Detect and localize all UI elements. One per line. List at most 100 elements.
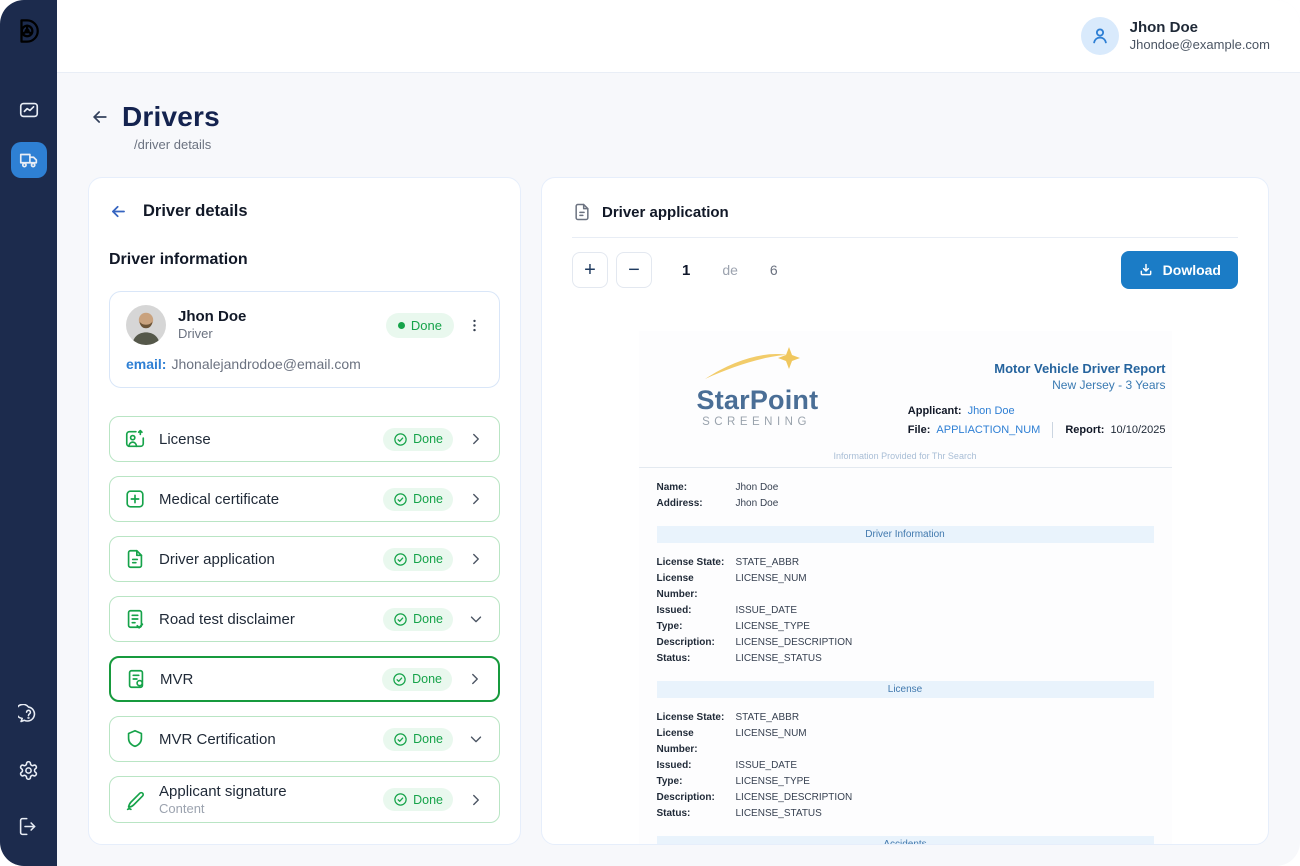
- sidebar-item-truck[interactable]: [11, 142, 47, 178]
- pdf-person-fields: Name:Jhon DoeAddiress:Jhon Doe: [657, 480, 1154, 512]
- applicant-value: Jhon Doe: [968, 405, 1015, 417]
- chevron-down-icon: [467, 730, 485, 748]
- report-subtitle: New Jersey - 3 Years: [908, 378, 1166, 392]
- brand-logo[interactable]: [14, 16, 44, 46]
- document-viewer-panel: Driver application + − 1 de 6 Dowload: [541, 177, 1269, 845]
- user-menu[interactable]: Jhon Doe Jhondoe@example.com: [1081, 17, 1270, 55]
- download-icon: [1138, 262, 1154, 278]
- license-icon: [124, 428, 146, 450]
- document-item-license[interactable]: License Done: [109, 416, 500, 462]
- document-item-label: MVR: [160, 671, 193, 688]
- zoom-out-button[interactable]: −: [616, 252, 652, 288]
- document-item-mvr-certification[interactable]: MVR Certification Done: [109, 716, 500, 762]
- pdf-field: License Number:LICENSE_NUM: [657, 571, 1154, 603]
- status-dot: [398, 322, 405, 329]
- pdf-field: Description:LICENSE_DESCRIPTION: [657, 790, 1154, 806]
- zoom-in-button[interactable]: +: [572, 252, 608, 288]
- email-label: email:: [126, 356, 166, 372]
- document-item-label: License: [159, 431, 211, 448]
- status-badge: Done: [383, 728, 453, 751]
- sidebar-item-image[interactable]: [11, 92, 47, 128]
- chevron-right-icon: [467, 490, 485, 508]
- document-item-mvr[interactable]: MVR Done: [109, 656, 500, 702]
- driver-information-heading: Driver information: [109, 251, 500, 269]
- medical-certificate-icon: [124, 488, 146, 510]
- user-email: Jhondoe@example.com: [1130, 37, 1270, 53]
- chevron-right-icon: [466, 670, 484, 688]
- driver-photo: [126, 305, 166, 345]
- breadcrumb: /driver details: [134, 137, 1269, 152]
- driver-status-badge: Done: [386, 313, 454, 338]
- driver-role: Driver: [178, 326, 246, 343]
- viewer-toolbar: + − 1 de 6 Dowload: [572, 251, 1238, 289]
- status-badge: Done: [383, 428, 453, 451]
- pdf-field: Name:Jhon Doe: [657, 480, 1154, 496]
- check-circle-icon: [393, 732, 408, 747]
- driver-email: Jhonalejandrodoe@email.com: [171, 356, 360, 372]
- pdf-watermark: Information Provided for Thr Search: [639, 451, 1172, 461]
- pdf-section-header: License: [657, 681, 1154, 698]
- chevron-right-icon: [467, 430, 485, 448]
- pdf-field: Type:LICENSE_TYPE: [657, 619, 1154, 635]
- driver-info-card: Jhon Doe Driver Done: [109, 291, 500, 388]
- chevron-right-icon: [467, 550, 485, 568]
- signature-icon: [124, 789, 146, 811]
- document-item-label: Applicant signature: [159, 783, 287, 800]
- page-of-label: de: [722, 262, 738, 278]
- document-icon: [124, 548, 146, 570]
- file-label: File:: [908, 424, 931, 436]
- pdf-sections: Driver Information License State:STATE_A…: [657, 526, 1154, 845]
- check-circle-icon: [392, 672, 407, 687]
- sidebar-item-logout[interactable]: [11, 808, 47, 844]
- applicant-label: Applicant:: [908, 405, 962, 417]
- document-item-road-test-disclaimer[interactable]: Road test disclaimer Done: [109, 596, 500, 642]
- document-item-label: Medical certificate: [159, 491, 279, 508]
- shield-icon: [124, 728, 146, 750]
- document-item-label: MVR Certification: [159, 731, 276, 748]
- app-window: Jhon Doe Jhondoe@example.com Drivers /dr…: [0, 0, 1300, 866]
- status-badge: Done: [383, 488, 453, 511]
- panel-back-arrow-icon[interactable]: [109, 202, 128, 221]
- current-page: 1: [682, 262, 690, 279]
- pdf-section-header: Driver Information: [657, 526, 1154, 543]
- person-icon: [1089, 25, 1111, 47]
- pdf-field: Addiress:Jhon Doe: [657, 496, 1154, 512]
- download-button[interactable]: Dowload: [1121, 251, 1238, 289]
- status-badge: Done: [382, 668, 452, 691]
- viewer-title: Driver application: [602, 204, 729, 221]
- status-badge: Done: [383, 788, 453, 811]
- sidebar-nav: [11, 92, 47, 192]
- status-badge: Done: [383, 548, 453, 571]
- pdf-field: Description:LICENSE_DESCRIPTION: [657, 635, 1154, 651]
- pdf-field: Issued:ISSUE_DATE: [657, 758, 1154, 774]
- driver-details-panel: Driver details Driver information Jhon D…: [88, 177, 521, 845]
- file-value: APPLIACTION_NUM: [936, 424, 1040, 436]
- pdf-field: Type:LICENSE_TYPE: [657, 774, 1154, 790]
- back-arrow-icon[interactable]: [90, 107, 110, 127]
- kebab-menu-icon[interactable]: [466, 317, 483, 334]
- sidebar-item-settings[interactable]: [11, 752, 47, 788]
- pdf-field: Issued:ISSUE_DATE: [657, 603, 1154, 619]
- document-item-driver-application[interactable]: Driver application Done: [109, 536, 500, 582]
- check-circle-icon: [393, 792, 408, 807]
- report-date-value: 10/10/2025: [1110, 424, 1165, 436]
- sidebar-item-help[interactable]: [11, 696, 47, 732]
- starpoint-star-icon: [701, 347, 813, 381]
- chevron-down-icon: [467, 610, 485, 628]
- pdf-field: Status:LICENSE_STATUS: [657, 651, 1154, 667]
- check-circle-icon: [393, 552, 408, 567]
- document-icon: [572, 202, 592, 222]
- chevron-right-icon: [467, 791, 485, 809]
- document-item-applicant-signature[interactable]: Applicant signature Content Done: [109, 776, 500, 823]
- pdf-field: License Number:LICENSE_NUM: [657, 726, 1154, 758]
- top-bar: Jhon Doe Jhondoe@example.com: [57, 0, 1300, 73]
- document-item-label: Driver application: [159, 551, 275, 568]
- page-total: 6: [770, 262, 778, 278]
- sidebar: [0, 0, 57, 866]
- report-date-label: Report:: [1065, 424, 1104, 436]
- document-item-medical-certificate[interactable]: Medical certificate Done: [109, 476, 500, 522]
- pdf-field: Status:LICENSE_STATUS: [657, 806, 1154, 822]
- pdf-section-header: Accidents: [657, 836, 1154, 845]
- check-circle-icon: [393, 492, 408, 507]
- status-badge: Done: [383, 608, 453, 631]
